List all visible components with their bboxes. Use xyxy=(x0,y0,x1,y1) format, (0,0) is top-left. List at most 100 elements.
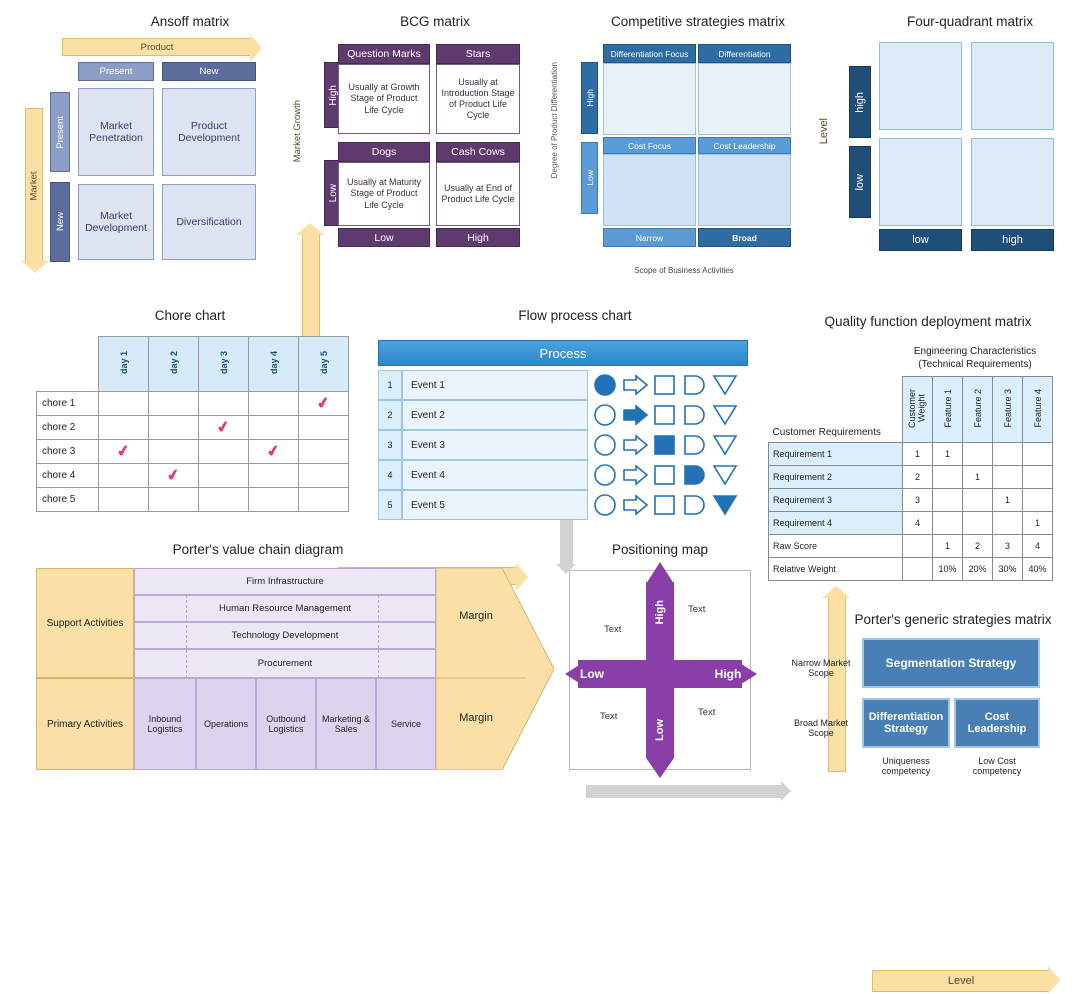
qfd-cell-2-0[interactable] xyxy=(932,488,963,512)
chore-cell-0-1[interactable] xyxy=(148,391,199,416)
qfd-raw-score-1: 2 xyxy=(962,534,993,558)
triangle-icon[interactable] xyxy=(712,463,740,487)
chore-cell-3-0[interactable] xyxy=(98,463,149,488)
valuechain-primary-cell-1: Operations xyxy=(196,678,256,770)
flow-title: Flow process chart xyxy=(518,308,632,323)
qfd-requirement-name-2: Requirement 3 xyxy=(768,488,903,512)
chore-cell-1-1[interactable] xyxy=(148,415,199,440)
qfd-title: Quality function deployment matrix xyxy=(824,314,1032,329)
check-icon: ✔ xyxy=(115,441,132,462)
chore-cell-4-1[interactable] xyxy=(148,487,199,512)
qfd-cell-2-3[interactable] xyxy=(1022,488,1053,512)
chore-cell-2-4[interactable] xyxy=(298,439,349,464)
table-row: chore 2 ✔ xyxy=(36,415,349,440)
qfd-cell-3-0[interactable] xyxy=(932,511,963,535)
bcg-quadrant-dogs-body: Usually at Maturity Stage of Product Lif… xyxy=(338,162,430,226)
chore-cell-2-0[interactable]: ✔ xyxy=(98,439,149,464)
chore-cell-1-0[interactable] xyxy=(98,415,149,440)
qfd-cell-3-1[interactable] xyxy=(962,511,993,535)
circle-icon[interactable] xyxy=(592,463,620,487)
competitive-body-top-right xyxy=(698,63,791,135)
flow-row: 4 Event 4 xyxy=(378,460,748,490)
chore-cell-2-1[interactable] xyxy=(148,439,199,464)
positioning-quadrant-text-2: Text xyxy=(600,711,618,722)
competitive-bottom-label-broad: Broad xyxy=(698,228,791,247)
square-icon[interactable] xyxy=(652,463,680,487)
d-shape-icon[interactable] xyxy=(682,493,710,517)
qfd-cell-2-1[interactable] xyxy=(962,488,993,512)
d-shape-icon[interactable] xyxy=(682,433,710,457)
qfd-cell-3-2[interactable] xyxy=(992,511,1023,535)
qfd-cell-0-0[interactable]: 1 xyxy=(932,442,963,466)
qfd-relative-weight-blank xyxy=(902,557,933,581)
positioning-label-high-right: High xyxy=(714,667,742,681)
d-shape-icon[interactable] xyxy=(682,403,710,427)
flow-row-event-0: Event 1 xyxy=(402,370,588,400)
chore-corner-cell xyxy=(37,337,99,392)
fourquad-cell-bottom-left xyxy=(879,138,962,226)
chore-cell-4-3[interactable] xyxy=(248,487,299,512)
qfd-cell-0-1[interactable] xyxy=(962,442,993,466)
chore-cell-4-4[interactable] xyxy=(298,487,349,512)
chore-cell-0-0[interactable] xyxy=(98,391,149,416)
chore-cell-3-2[interactable] xyxy=(198,463,249,488)
qfd-cell-1-0[interactable] xyxy=(932,465,963,489)
chore-cell-3-1[interactable]: ✔ xyxy=(148,463,199,488)
circle-icon[interactable] xyxy=(592,403,620,427)
arrow-icon[interactable] xyxy=(622,493,650,517)
arrow-icon[interactable] xyxy=(622,463,650,487)
square-icon[interactable] xyxy=(652,403,680,427)
square-icon[interactable] xyxy=(652,373,680,397)
generic-box-differentiation-strategy: Differentiation Strategy xyxy=(862,698,950,748)
qfd-cell-1-1[interactable]: 1 xyxy=(962,465,993,489)
arrow-icon[interactable] xyxy=(622,373,650,397)
flow-row: 5 Event 5 xyxy=(378,490,748,520)
circle-icon[interactable] xyxy=(592,373,620,397)
arrow-icon[interactable] xyxy=(622,403,650,427)
chore-cell-0-4[interactable]: ✔ xyxy=(298,391,349,416)
triangle-icon[interactable] xyxy=(712,403,740,427)
triangle-icon[interactable] xyxy=(712,493,740,517)
chore-cell-2-3[interactable]: ✔ xyxy=(248,439,299,464)
chore-cell-1-4[interactable] xyxy=(298,415,349,440)
circle-icon[interactable] xyxy=(592,433,620,457)
chore-cell-1-3[interactable] xyxy=(248,415,299,440)
chore-cell-0-3[interactable] xyxy=(248,391,299,416)
qfd-cell-0-3[interactable] xyxy=(1022,442,1053,466)
arrow-icon[interactable] xyxy=(622,433,650,457)
chore-cell-0-2[interactable] xyxy=(198,391,249,416)
d-shape-icon[interactable] xyxy=(682,463,710,487)
chore-cell-4-0[interactable] xyxy=(98,487,149,512)
qfd-cell-1-3[interactable] xyxy=(1022,465,1053,489)
triangle-icon[interactable] xyxy=(712,373,740,397)
square-icon[interactable] xyxy=(652,433,680,457)
circle-icon[interactable] xyxy=(592,493,620,517)
qfd-cell-3-3[interactable]: 1 xyxy=(1022,511,1053,535)
ansoff-product-arrow-label: Product xyxy=(140,41,174,53)
chore-cell-4-2[interactable] xyxy=(198,487,249,512)
bcg-market-growth-label: Market Growth xyxy=(292,100,303,163)
qfd-feature-header-0: Feature 1 xyxy=(932,376,963,443)
valuechain-support-divider-left xyxy=(186,595,187,678)
check-icon: ✔ xyxy=(215,417,232,438)
bcg-quadrant-question-marks-body: Usually at Growth Stage of Product Life … xyxy=(338,64,430,134)
ansoff-cell-market-penetration: Market Penetration xyxy=(78,88,154,176)
qfd-cell-2-2[interactable]: 1 xyxy=(992,488,1023,512)
competitive-title: Competitive strategies matrix xyxy=(610,14,786,29)
generic-box-cost-leadership: Cost Leadership xyxy=(954,698,1040,748)
chore-cell-2-2[interactable] xyxy=(198,439,249,464)
valuechain-margin-label-top: Margin xyxy=(459,610,493,622)
chore-row-label-2: chore 3 xyxy=(36,439,99,464)
qfd-cell-0-2[interactable] xyxy=(992,442,1023,466)
qfd-cell-1-2[interactable] xyxy=(992,465,1023,489)
flow-row-number-0: 1 xyxy=(378,370,402,400)
chore-cell-1-2[interactable]: ✔ xyxy=(198,415,249,440)
d-shape-icon[interactable] xyxy=(682,373,710,397)
square-icon[interactable] xyxy=(652,493,680,517)
chore-cell-3-4[interactable] xyxy=(298,463,349,488)
qfd-feature-header-1: Feature 2 xyxy=(962,376,993,443)
bcg-quadrant-dogs-header: Dogs xyxy=(338,142,430,162)
qfd-corner-label: Customer Requirements xyxy=(772,427,881,438)
chore-cell-3-3[interactable] xyxy=(248,463,299,488)
triangle-icon[interactable] xyxy=(712,433,740,457)
